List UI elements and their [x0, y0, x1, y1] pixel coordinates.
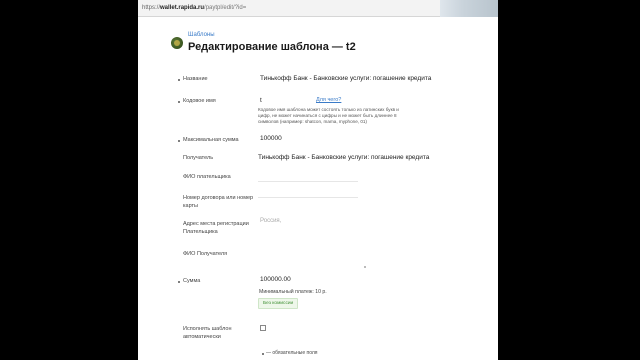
required-marker: [262, 353, 264, 355]
required-marker: [178, 140, 180, 142]
page-content: Шаблоны Редактирование шаблона — t2 Назв…: [138, 17, 498, 360]
contract-label: Номер договора или номер карты: [183, 195, 254, 209]
max-sum-input[interactable]: 100000: [260, 135, 282, 142]
required-marker: [178, 101, 180, 103]
url-prefix: https://: [142, 5, 161, 11]
name-label: Название: [183, 76, 208, 82]
recipient-name-label: ФИО Получателя: [183, 251, 228, 257]
address-input[interactable]: Россия,: [260, 218, 281, 224]
required-marker: [178, 281, 180, 283]
breadcrumb-templates[interactable]: Шаблоны: [188, 32, 215, 38]
bank-logo-icon: [171, 37, 183, 49]
code-name-hint: Кодовое имя шаблона может состоять тольк…: [258, 107, 399, 124]
no-commission-badge: Без комиссии: [258, 298, 299, 309]
amount-label: Сумма: [183, 278, 201, 284]
min-payment-note: Минимальный платеж: 10 р.: [259, 289, 327, 295]
payer-name-label: ФИО плательщика: [183, 174, 231, 180]
contract-input[interactable]: [258, 197, 358, 198]
auto-execute-checkbox[interactable]: [260, 325, 266, 331]
auto-execute-label: Исполнять шаблон автоматически: [183, 326, 232, 340]
address-label: Адрес места регистрации Плательщика: [183, 221, 249, 235]
resize-handle[interactable]: [364, 266, 366, 268]
url-path: /paytpl/edit/?id=: [204, 5, 247, 11]
screenshot-viewport: https:// wallet.rapida.ru /paytpl/edit/?…: [0, 0, 640, 360]
recipient-value: Тинькофф Банк - Банковские услуги: погаш…: [258, 154, 430, 161]
payer-name-input[interactable]: [258, 181, 358, 182]
code-name-input[interactable]: t: [260, 97, 262, 104]
max-sum-label: Максимальная сумма: [183, 137, 239, 143]
browser-toolbar-decoration: [440, 0, 498, 17]
page-title: Редактирование шаблона — t2: [188, 41, 356, 53]
name-input[interactable]: Тинькофф Банк - Банковские услуги: погаш…: [260, 75, 431, 82]
recipient-label: Получатель: [183, 155, 214, 161]
url-host: wallet.rapida.ru: [160, 5, 205, 11]
required-fields-legend: — обязательные поля: [266, 350, 318, 356]
required-marker: [178, 79, 180, 81]
code-name-label: Кодовое имя: [183, 98, 216, 104]
code-name-help-link[interactable]: Для чего?: [316, 97, 341, 103]
amount-input[interactable]: 100000.00: [260, 276, 291, 283]
